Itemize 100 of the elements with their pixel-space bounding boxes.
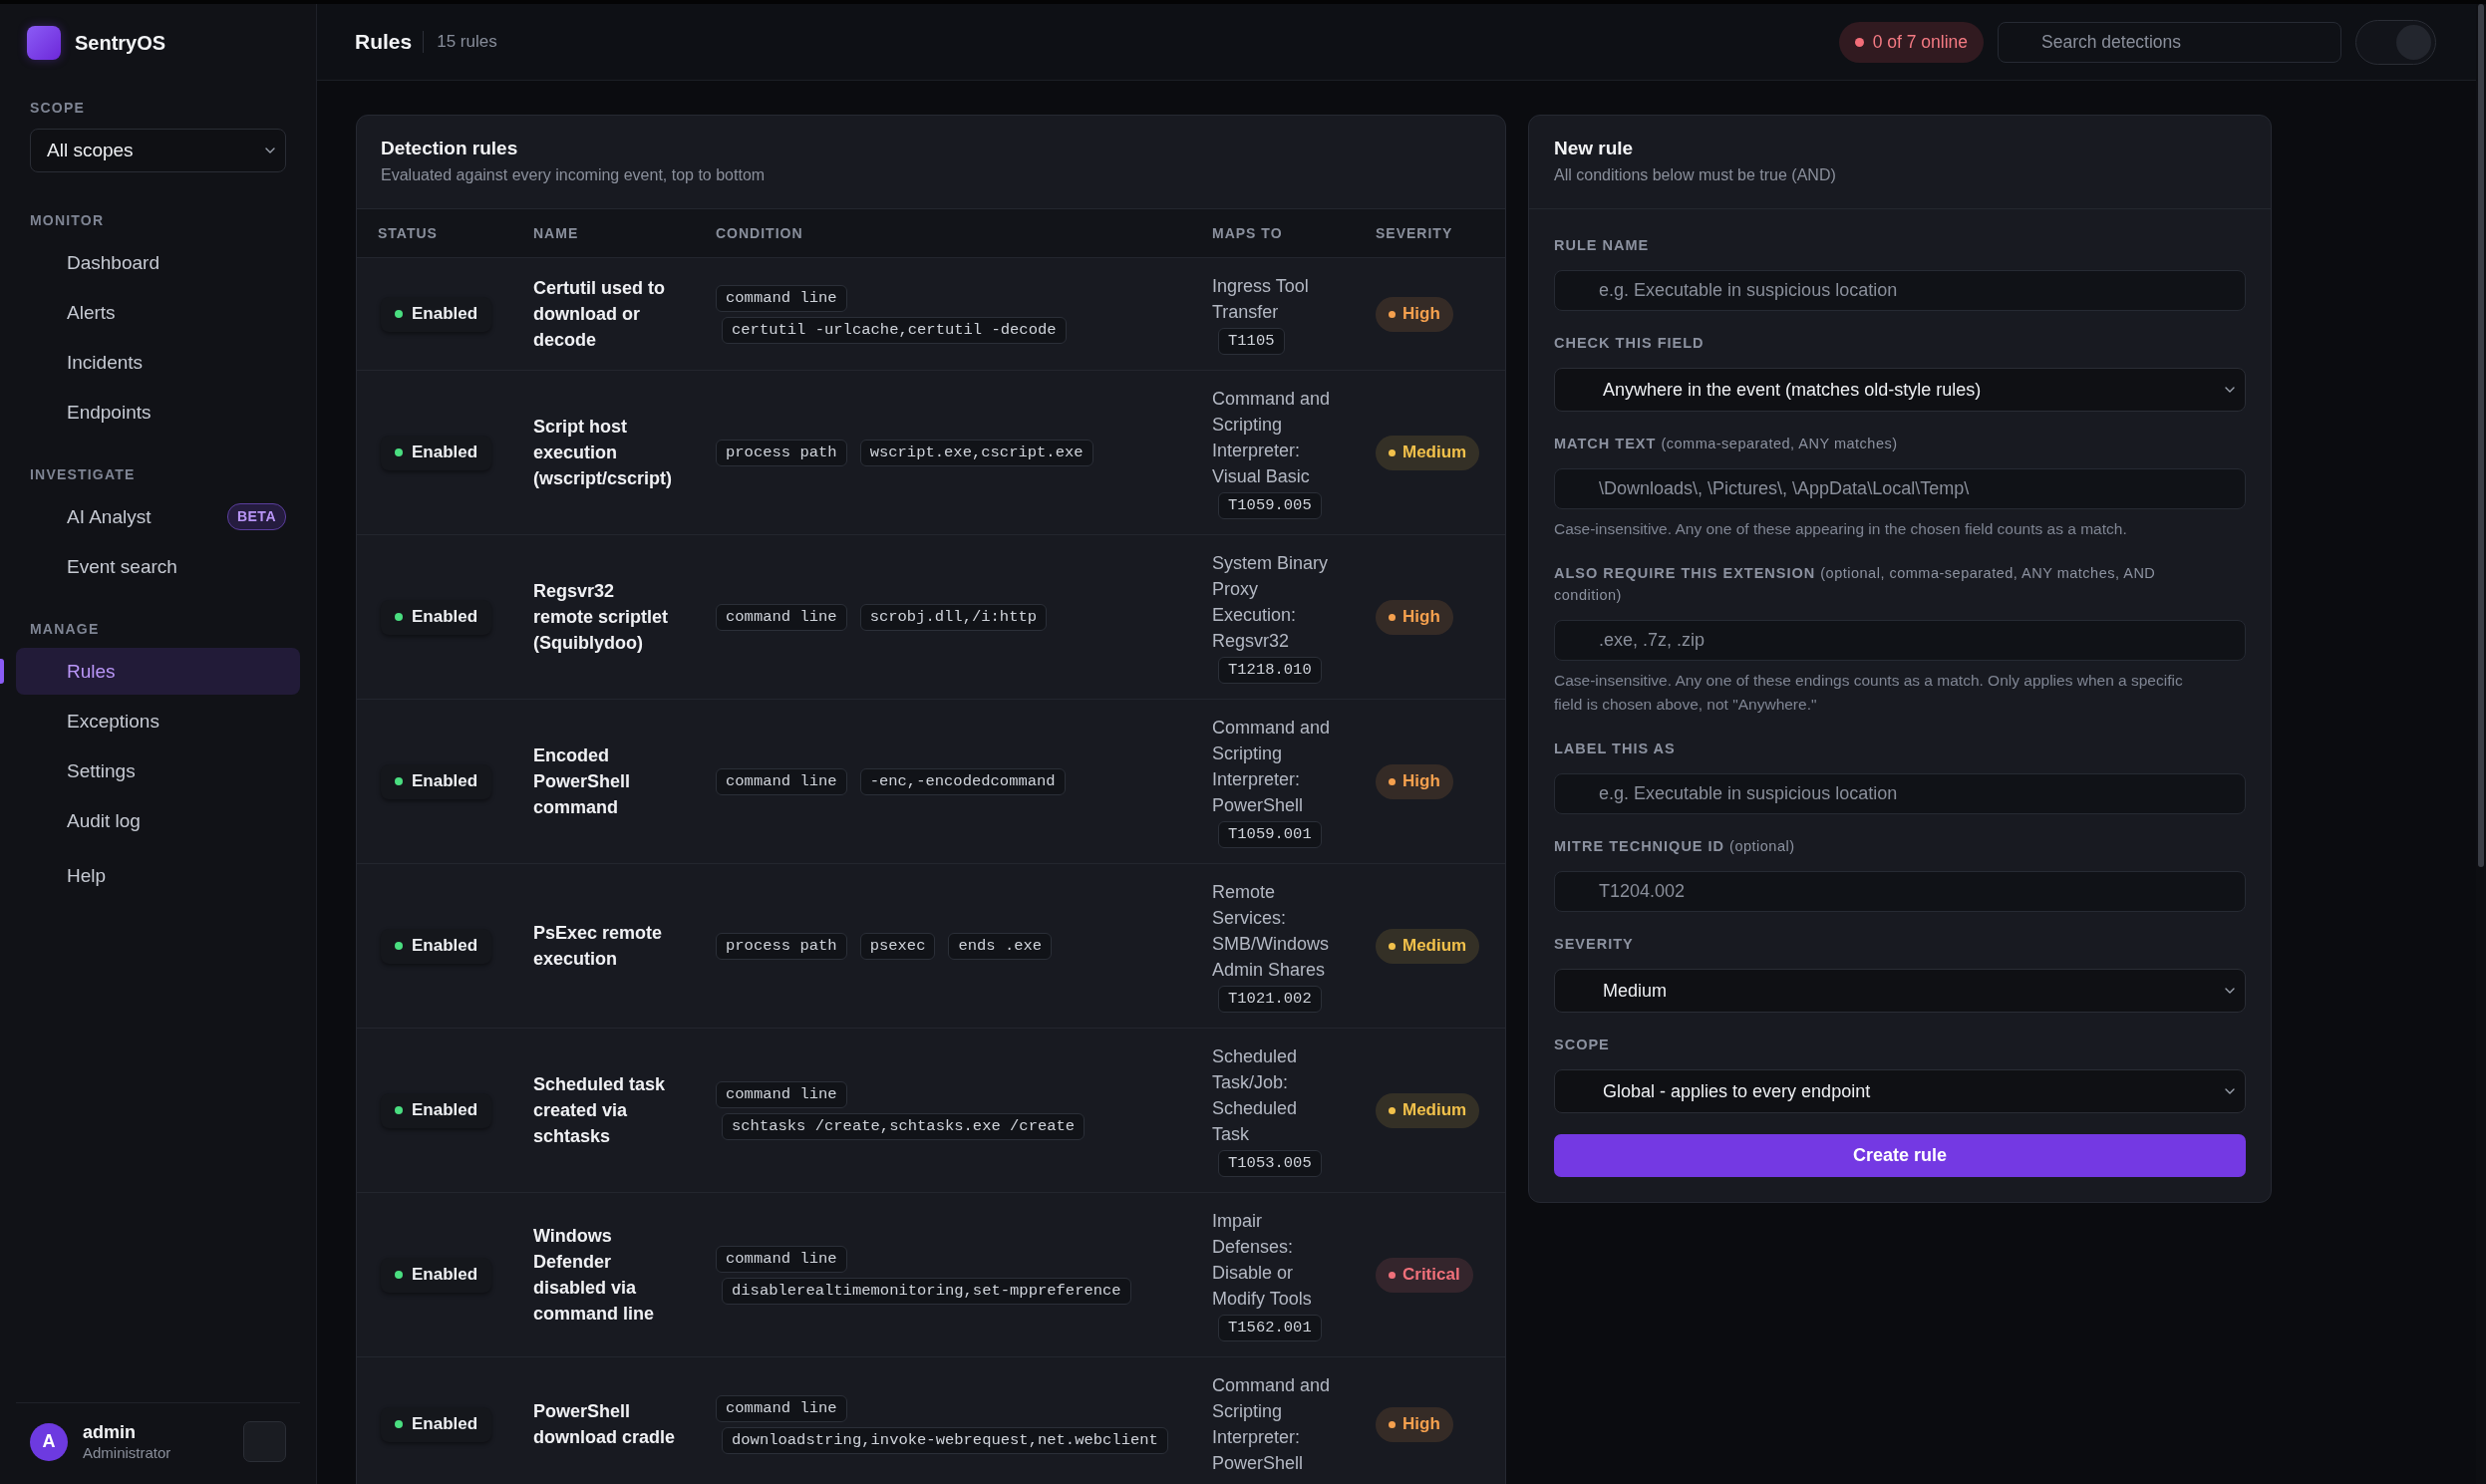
technique-name: Command and Scripting Interpreter: Visual Basic [1212,388,1332,488]
chevron-down-icon [265,148,275,153]
card-subtitle: Evaluated against every incoming event, top to bottom [381,165,767,185]
condition-tag: wscript.exe,cscript.exe [859,439,1093,466]
field-label: CHECK THIS FIELD [1554,334,1706,353]
condition-tag: downloadstring,invoke-webrequest,net.webclient [722,1426,1168,1454]
nav-item[interactable]: Help [16,852,300,899]
technique-id-tag: T1562.001 [1218,1315,1322,1341]
rule-name: PowerShell download cradle [533,1400,677,1449]
status-text: Enabled [412,443,478,462]
technique-name: Command and Scripting Interpreter: PowerShell [1212,1374,1332,1475]
help-text: Case-insensitive. Any one of these endings counts as a match. Only applies when a specific field is chosen above, not "Anywhere." [1554,671,2184,715]
dropdown-field[interactable]: Global - applies to every endpoint [1554,1069,2246,1113]
field-label: LABEL THIS AS [1554,740,1677,758]
condition-tag: disablerealtimemonitoring,set-mppreference [722,1277,1131,1305]
logo-icon [27,26,61,60]
chevron-down-icon [2225,1088,2235,1094]
card-subtitle: All conditions below must be true (AND) [1554,165,1837,185]
nav-item[interactable]: Event search [16,543,300,590]
text-field[interactable]: T1204.002 [1554,871,2246,912]
nav-item[interactable]: AI Analyst [16,493,219,540]
technique-id-tag: T1218.010 [1218,657,1322,684]
severity-label: Critical [1402,1265,1460,1285]
dropdown-field[interactable]: Medium [1554,969,2246,1013]
brand-name: SentryOS [75,31,166,55]
section-label: MANAGE [29,620,101,638]
status-dot-icon [1854,37,1864,47]
beta-badge: BETA [226,503,286,530]
text-field[interactable]: \Downloads\, \Pictures\, \AppData\Local\Temp\ [1554,468,2246,509]
field-label: MATCH TEXT (comma-separated, ANY matches) [1554,435,1899,453]
technique-name: Impair Defenses: Disable or Modify Tools [1212,1210,1313,1311]
technique-name: Scheduled Task/Job: Scheduled Task [1212,1045,1299,1146]
column-header: MAPS TO [1212,225,1284,241]
column-header: STATUS [378,225,439,241]
nav-item[interactable]: Settings [16,747,300,794]
rule-name: Scheduled task created via schtasks [533,1073,667,1148]
chevron-down-icon [2225,387,2235,393]
column-header: NAME [533,225,580,241]
nav-item[interactable]: Dashboard [16,239,300,286]
toggle-switch[interactable] [2355,19,2436,65]
condition-tag: command line [716,1394,847,1422]
field-label: RULE NAME [1554,236,1651,255]
severity-label: Medium [1402,1100,1467,1120]
nav-item[interactable]: Endpoints [16,389,300,436]
severity-label: High [1402,304,1440,324]
user-role: Administrator [83,1443,171,1462]
condition-tag: command line [716,284,847,312]
rule-name: Encoded PowerShell command [533,744,632,819]
condition-tag: ends .exe [948,932,1053,960]
nav-item[interactable]: Exceptions [16,698,300,744]
card-title: New rule [1554,137,1635,160]
user-avatar: A [30,1422,68,1461]
condition-tag: command line [716,767,847,795]
technique-id-tag: T1105 [1218,328,1285,355]
rule-name: PsExec remote execution [533,922,664,971]
field-label: ALSO REQUIRE THIS EXTENSION (optional, comma-separated, ANY matches, AND condition) [1554,564,2157,605]
status-text: Enabled [412,1414,478,1434]
technique-name: Ingress Tool Transfer [1212,275,1310,324]
text-field[interactable]: e.g. Executable in suspicious location [1554,270,2246,311]
technique-name: Command and Scripting Interpreter: PowerShell [1212,717,1332,817]
scope-select[interactable]: All scopes [30,129,286,172]
technique-name: Remote Services: SMB/Windows Admin Shares [1212,881,1331,982]
status-text: Enabled [412,304,478,324]
rule-name: Windows Defender disabled via command line [533,1225,656,1326]
text-field[interactable]: e.g. Executable in suspicious location [1554,773,2246,814]
condition-tag: process path [716,439,847,466]
rule-name: Script host execution (wscript/cscript) [533,416,674,490]
condition-tag: command line [716,1245,847,1273]
card-title: Detection rules [381,137,519,160]
rule-count: 15 rules [437,32,497,52]
text-field[interactable]: .exe, .7z, .zip [1554,620,2246,661]
column-header: CONDITION [716,225,804,241]
condition-tag: certutil -urlcache,certutil -decode [722,316,1067,344]
field-label: SCOPE [1554,1036,1611,1054]
online-status-text: 0 of 7 online [1872,31,1968,53]
severity-label: High [1402,771,1440,791]
section-label: INVESTIGATE [29,465,137,483]
technique-name: System Binary Proxy Execution: Regsvr32 [1212,552,1330,653]
status-text: Enabled [412,936,478,956]
dropdown-field[interactable]: Anywhere in the event (matches old-style rules) [1554,368,2246,412]
user-name: admin [83,1421,137,1443]
search-field[interactable]: Search detections [1998,21,2341,63]
create-rule-button[interactable]: Create rule [1554,1134,2246,1177]
nav-item[interactable]: Incidents [16,339,300,386]
nav-item[interactable]: Audit log [16,797,300,844]
blank-button[interactable] [243,1421,286,1462]
technique-id-tag: T1059.005 [1218,492,1322,519]
severity-label: High [1402,607,1440,627]
column-header: SEVERITY [1376,225,1454,241]
nav-item[interactable]: Rules [16,648,300,695]
nav-item[interactable]: Alerts [16,289,300,336]
condition-tag: command line [716,1080,847,1108]
field-label: MITRE TECHNIQUE ID (optional) [1554,837,1796,856]
status-text: Enabled [412,1265,478,1285]
technique-id-tag: T1053.005 [1218,1150,1322,1177]
section-label: MONITOR [29,211,106,229]
rule-name: Regsvr32 remote scriptlet (Squiblydoo) [533,580,670,655]
field-label: SEVERITY [1554,935,1635,954]
status-text: Enabled [412,771,478,791]
section-label: SCOPE [29,99,86,117]
